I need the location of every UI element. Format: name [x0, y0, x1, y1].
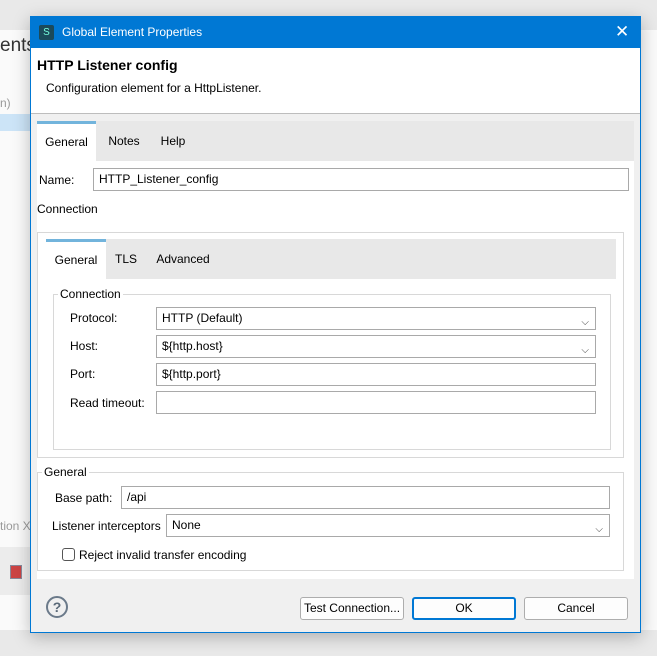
- reject-encoding-label: Reject invalid transfer encoding: [79, 548, 247, 562]
- dialog-title: Global Element Properties: [62, 25, 203, 39]
- tab-help[interactable]: Help: [153, 121, 193, 161]
- app-icon: S: [39, 25, 54, 40]
- ok-button[interactable]: OK: [412, 597, 516, 620]
- tab-general[interactable]: General: [37, 121, 96, 161]
- connection-group-legend: Connection: [58, 287, 123, 301]
- tab-notes[interactable]: Notes: [99, 121, 149, 161]
- host-value: ${http.host}: [162, 339, 223, 353]
- main-tabs: General Notes Help: [37, 121, 634, 161]
- port-input[interactable]: ${http.port}: [156, 363, 596, 386]
- read-timeout-input[interactable]: [156, 391, 596, 414]
- general-group: General Base path: /api Listener interce…: [37, 465, 624, 571]
- protocol-label: Protocol:: [70, 311, 118, 325]
- reject-encoding-checkbox[interactable]: [62, 548, 75, 561]
- name-label: Name:: [39, 173, 75, 187]
- host-label: Host:: [70, 339, 99, 353]
- test-connection-button[interactable]: Test Connection...: [300, 597, 404, 620]
- protocol-select[interactable]: HTTP (Default) ⌵: [156, 307, 596, 330]
- general-group-legend: General: [42, 465, 89, 479]
- connection-panel: General TLS Advanced Connection Protocol…: [37, 232, 624, 458]
- tab-advanced[interactable]: Advanced: [149, 239, 217, 279]
- read-timeout-label: Read timeout:: [70, 396, 145, 410]
- connection-tabs: General TLS Advanced: [46, 239, 616, 279]
- tab-connection-general[interactable]: General: [46, 239, 106, 279]
- base-path-input[interactable]: /api: [121, 486, 610, 509]
- tab-tls[interactable]: TLS: [109, 239, 143, 279]
- dialog-header: HTTP Listener config Configuration eleme…: [31, 48, 640, 114]
- background-tab-fragment: tion X: [0, 519, 31, 533]
- connection-section-label: Connection: [37, 202, 98, 216]
- title-bar: S Global Element Properties ✕: [31, 17, 640, 48]
- background-text-fragment: n): [0, 96, 11, 110]
- page-description: Configuration element for a HttpListener…: [46, 81, 262, 95]
- host-combo[interactable]: ${http.host} ⌵: [156, 335, 596, 358]
- protocol-value: HTTP (Default): [162, 311, 243, 325]
- close-icon[interactable]: ✕: [615, 22, 629, 42]
- name-input[interactable]: HTTP_Listener_config: [93, 168, 629, 191]
- port-label: Port:: [70, 367, 96, 381]
- background-toolbar-icon: [10, 565, 22, 579]
- global-element-properties-dialog: S Global Element Properties ✕ HTTP Liste…: [30, 16, 641, 633]
- interceptors-value: None: [172, 518, 201, 532]
- base-path-label: Base path:: [55, 491, 113, 505]
- page-title: HTTP Listener config: [37, 57, 178, 73]
- help-icon[interactable]: ?: [46, 596, 68, 618]
- chevron-down-icon: ⌵: [595, 524, 603, 535]
- chevron-down-icon: ⌵: [581, 345, 589, 356]
- main-tab-panel: General Notes Help Name: HTTP_Listener_c…: [37, 121, 634, 579]
- cancel-button[interactable]: Cancel: [524, 597, 628, 620]
- background-selected-row: [0, 114, 30, 131]
- chevron-down-icon: ⌵: [581, 317, 589, 328]
- connection-group: Connection Protocol: HTTP (Default) ⌵ Hos…: [53, 287, 611, 450]
- listener-interceptors-label: Listener interceptors: [52, 519, 161, 533]
- listener-interceptors-select[interactable]: None ⌵: [166, 514, 610, 537]
